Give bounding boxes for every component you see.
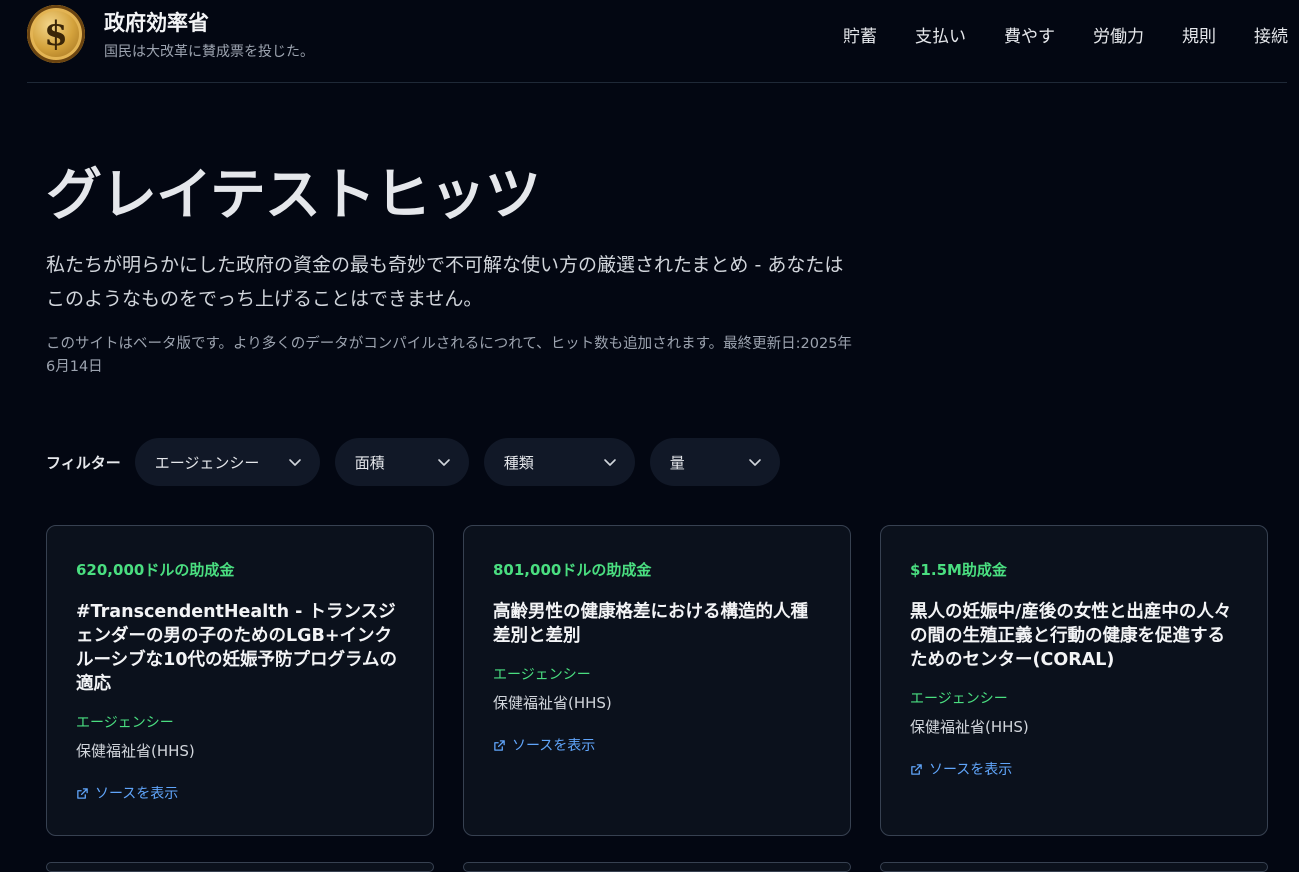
amount-filter-select[interactable]: 量: [649, 438, 780, 486]
agency-filter-select[interactable]: エージェンシー: [134, 438, 320, 486]
site-header: $ 政府効率省 国民は大改革に賛成票を投じた。 貯蓄 支払い 費やす 労働力 規…: [0, 0, 1299, 82]
hit-card: $1.5M助成金 黒人の妊娠中/産後の女性と出産中の人々の間の生殖正義と行動の健…: [880, 525, 1268, 836]
site-title[interactable]: 政府効率省: [104, 7, 209, 37]
area-filter-select[interactable]: 面積: [334, 438, 469, 486]
view-source-label: ソースを表示: [929, 762, 1013, 778]
nav-item-spend[interactable]: 費やす: [1004, 22, 1055, 47]
chevron-down-icon: [603, 459, 616, 466]
view-source-label: ソースを表示: [512, 738, 596, 754]
nav-item-connect[interactable]: 接続: [1254, 22, 1288, 47]
agency-value: 保健福祉省(HHS): [493, 694, 612, 712]
agency-label: エージェンシー: [910, 691, 1008, 707]
select-label: 量: [669, 453, 685, 472]
chevron-down-icon: [748, 459, 761, 466]
agency-label: エージェンシー: [493, 667, 591, 683]
dollar-coin-icon[interactable]: $: [27, 5, 85, 63]
external-link-icon: [77, 787, 88, 799]
select-label: 種類: [503, 453, 534, 472]
nav-item-regulations[interactable]: 規則: [1182, 22, 1216, 47]
grant-amount: 620,000ドルの助成金: [76, 561, 235, 579]
select-label: 面積: [354, 453, 385, 472]
beta-note: このサイトはベータ版です。より多くのデータがコンパイルされるにつれて、ヒット数も…: [46, 336, 852, 375]
view-source-link[interactable]: ソースを表示: [910, 759, 1238, 779]
grant-title: 黒人の妊娠中/産後の女性と出産中の人々の間の生殖正義と行動の健康を促進するための…: [910, 602, 1232, 670]
external-link-icon: [494, 739, 505, 751]
chevron-down-icon: [437, 459, 450, 466]
hit-card: 620,000ドルの助成金 #TranscendentHealth - トランス…: [46, 525, 434, 836]
site-tagline: 国民は大改革に賛成票を投じた。: [104, 44, 314, 60]
header-divider: [27, 82, 1287, 83]
grant-title: #TranscendentHealth - トランスジェンダーの男の子のためのL…: [76, 602, 397, 694]
type-filter-select[interactable]: 種類: [483, 438, 635, 486]
view-source-label: ソースを表示: [95, 786, 179, 802]
agency-value: 保健福祉省(HHS): [910, 718, 1029, 736]
view-source-link[interactable]: ソースを表示: [76, 783, 404, 803]
logo-symbol: $: [44, 14, 68, 54]
select-label: エージェンシー: [154, 453, 260, 472]
hit-card-partial: [463, 862, 851, 872]
nav-item-savings[interactable]: 貯蓄: [843, 22, 877, 47]
hit-card: 801,000ドルの助成金 高齢男性の健康格差における構造的人種差別と差別 エー…: [463, 525, 851, 836]
hit-card-partial: [46, 862, 434, 872]
filter-bar: フィルター エージェンシー 面積 種類 量: [46, 438, 795, 486]
nav-item-payments[interactable]: 支払い: [915, 22, 966, 47]
grant-amount: $1.5M助成金: [910, 561, 1007, 579]
chevron-down-icon: [288, 459, 301, 466]
view-source-link[interactable]: ソースを表示: [493, 735, 821, 755]
grant-amount: 801,000ドルの助成金: [493, 561, 652, 579]
filter-label: フィルター: [46, 453, 121, 472]
nav-item-workforce[interactable]: 労働力: [1093, 22, 1144, 47]
page-subtitle: 私たちが明らかにした政府の資金の最も奇妙で不可解な使い方の厳選されたまとめ - …: [46, 254, 844, 310]
page-title: グレイテストヒッツ: [46, 163, 541, 228]
agency-label: エージェンシー: [76, 715, 174, 731]
main-nav: 貯蓄 支払い 費やす 労働力 規則 接続: [843, 22, 1288, 47]
agency-value: 保健福祉省(HHS): [76, 742, 195, 760]
external-link-icon: [911, 763, 922, 775]
grant-title: 高齢男性の健康格差における構造的人種差別と差別: [493, 602, 808, 646]
hit-card-partial: [880, 862, 1268, 872]
